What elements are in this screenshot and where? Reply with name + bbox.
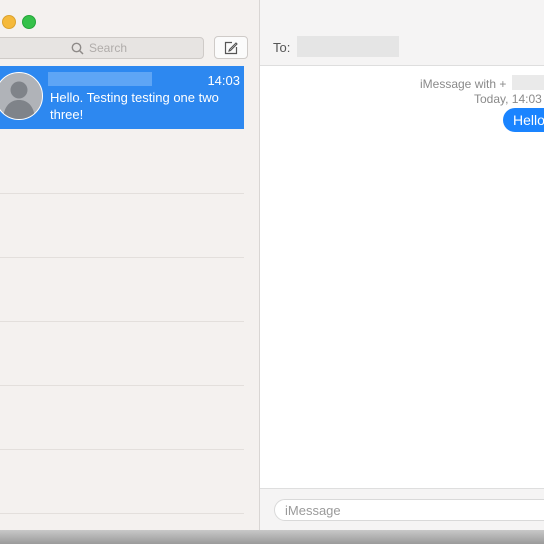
desktop-background: [0, 530, 544, 544]
search-icon: [71, 42, 84, 55]
messages-window: Search 14:03 Hello. Testing testing one …: [0, 0, 544, 530]
sidebar: Search 14:03 Hello. Testing testing one …: [0, 0, 260, 530]
message-input[interactable]: iMessage: [274, 499, 544, 521]
list-divider: [0, 449, 244, 450]
compose-icon: [224, 41, 238, 54]
compose-button[interactable]: [214, 36, 248, 59]
conversation-service-label: iMessage with +: [420, 77, 507, 91]
list-divider: [0, 513, 244, 514]
avatar-icon: [3, 81, 35, 119]
phone-number-redacted: [512, 75, 544, 90]
list-divider: [0, 257, 244, 258]
list-divider: [0, 321, 244, 322]
avatar: [0, 72, 43, 120]
sent-message-bubble[interactable]: Hello: [503, 108, 544, 132]
list-divider: [0, 193, 244, 194]
list-divider: [0, 385, 244, 386]
chat-pane: To: iMessage with + Today, 14:03 Hello i…: [260, 0, 544, 530]
search-placeholder: Search: [88, 41, 128, 55]
conversation-item[interactable]: 14:03 Hello. Testing testing one two thr…: [0, 66, 244, 129]
conversation-timestamp: Today, 14:03: [474, 92, 542, 106]
search-field[interactable]: Search: [0, 37, 204, 59]
to-label: To:: [273, 40, 291, 55]
chat-header: To:: [260, 0, 544, 66]
message-input-bar: iMessage: [260, 488, 544, 530]
sidebar-toolbar: Search: [0, 0, 259, 64]
conversation-preview: Hello. Testing testing one two three!: [50, 90, 219, 122]
conversation-time: 14:03: [207, 73, 240, 88]
contact-name-redacted: [48, 72, 152, 86]
recipient-field[interactable]: [297, 36, 399, 57]
minimize-button[interactable]: [2, 15, 16, 29]
zoom-button[interactable]: [22, 15, 36, 29]
